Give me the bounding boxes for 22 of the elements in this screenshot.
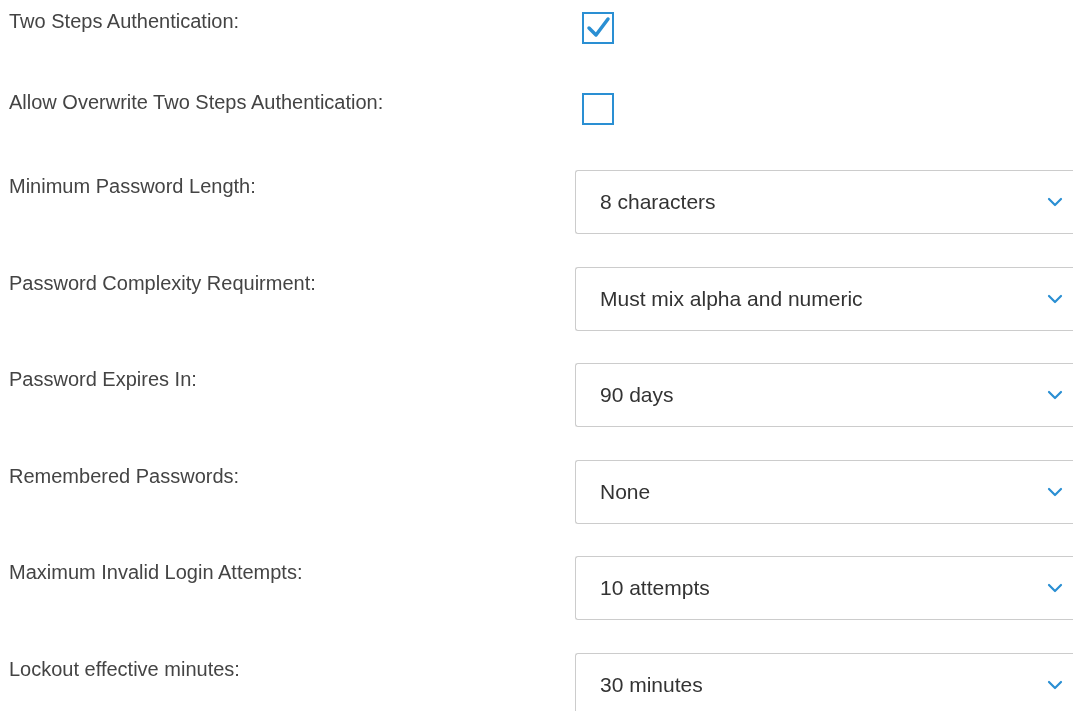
setting-label: Remembered Passwords: [8,463,241,488]
dropdown[interactable]: None [575,459,1073,524]
dropdown[interactable]: 8 characters [575,170,1073,234]
setting-label: Minimum Password Length: [8,174,257,198]
chevron-down-icon [1047,293,1063,304]
setting-label: Maximum Invalid Login Attempts: [8,560,304,584]
setting-label: Two Steps Authentication: [8,9,241,33]
setting-label: Password Expires In: [8,367,198,391]
setting-label: Lockout effective minutes: [8,656,241,681]
chevron-down-icon [1047,390,1063,400]
chevron-down-icon [1047,197,1063,207]
dropdown[interactable]: Must mix alpha and numeric [575,266,1073,331]
setting-label: Allow Overwrite Two Steps Authentication: [8,90,385,114]
chevron-down-icon [1047,583,1063,593]
checkbox[interactable] [582,93,614,125]
setting-label: Password Complexity Requirment: [8,270,317,295]
chevron-down-icon [1047,679,1063,690]
dropdown[interactable]: 30 minutes [575,652,1073,711]
dropdown[interactable]: 10 attempts [575,556,1073,620]
dropdown[interactable]: 90 days [575,363,1073,427]
chevron-down-icon [1047,486,1063,497]
checkbox[interactable] [582,12,614,44]
